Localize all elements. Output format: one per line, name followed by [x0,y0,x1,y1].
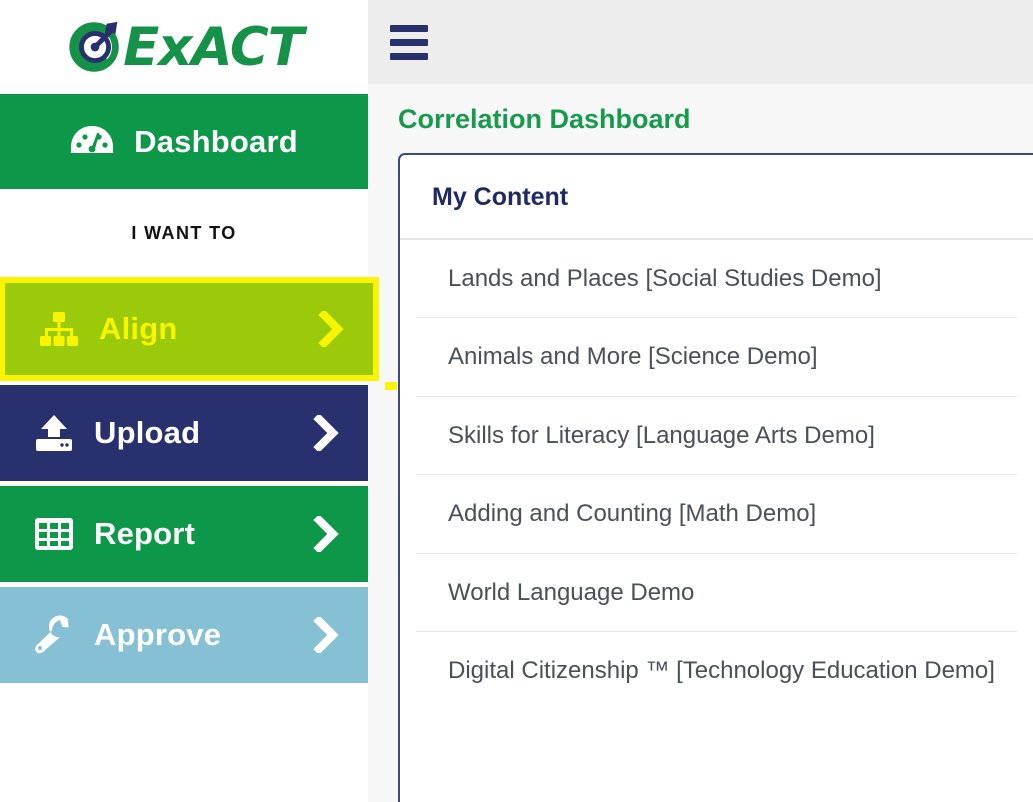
card-header: My Content [400,155,1033,240]
brand-name: ExACT [123,16,304,78]
content-list: Lands and Places [Social Studies Demo] A… [400,240,1033,709]
sidebar-item-approve-label: Approve [94,617,222,652]
chevron-right-icon [304,516,350,552]
list-item[interactable]: Digital Citizenship ™ [Technology Educat… [416,632,1017,709]
hamburger-bar-2 [390,38,428,46]
hamburger-bar-1 [390,24,428,32]
sidebar-item-upload-label: Upload [94,415,201,450]
sitemap-icon [5,311,85,347]
list-item[interactable]: Adding and Counting [Math Demo] [416,475,1017,554]
sidebar: ExACT Dashboard I WANT TO Align Upload R… [0,0,397,802]
list-item[interactable]: World Language Demo [416,554,1017,632]
card-title: My Content [432,183,569,211]
sidebar-item-report[interactable]: Report [0,486,368,582]
application-root: ExACT Dashboard I WANT TO Align Upload R… [0,0,1033,802]
sidebar-item-approve[interactable]: Approve [0,587,368,683]
top-bar [368,0,1033,84]
page-title: Correlation Dashboard [398,104,691,134]
main-area: Correlation Dashboard My Content Lands a… [368,0,1033,802]
sidebar-item-dashboard-label: Dashboard [134,123,298,159]
hamburger-menu-icon[interactable] [390,24,428,60]
hamburger-bar-3 [390,52,428,60]
sidebar-item-report-label: Report [94,516,196,551]
list-item[interactable]: Skills for Literacy [Language Arts Demo] [416,397,1017,476]
chevron-right-icon [304,415,350,451]
brand-logo[interactable]: ExACT [0,0,368,94]
section-label-text: I WANT TO [131,222,237,243]
chevron-right-icon [304,617,350,653]
list-item[interactable]: Lands and Places [Social Studies Demo] [416,240,1017,319]
chevron-right-icon [309,311,355,347]
gauge-icon [70,123,114,161]
section-label-i-want-to: I WANT TO [0,189,368,277]
my-content-card: My Content Lands and Places [Social Stud… [398,153,1033,802]
sidebar-item-align[interactable]: Align [0,277,379,381]
sidebar-item-align-label: Align [99,311,178,346]
target-dart-icon [65,16,127,78]
sidebar-item-upload[interactable]: Upload [0,385,368,481]
wrench-icon [0,615,80,655]
upload-icon [0,414,80,452]
align-selection-marker [385,382,397,390]
list-item[interactable]: Animals and More [Science Demo] [416,318,1017,397]
table-icon [0,516,80,552]
sidebar-item-dashboard[interactable]: Dashboard [0,94,368,189]
